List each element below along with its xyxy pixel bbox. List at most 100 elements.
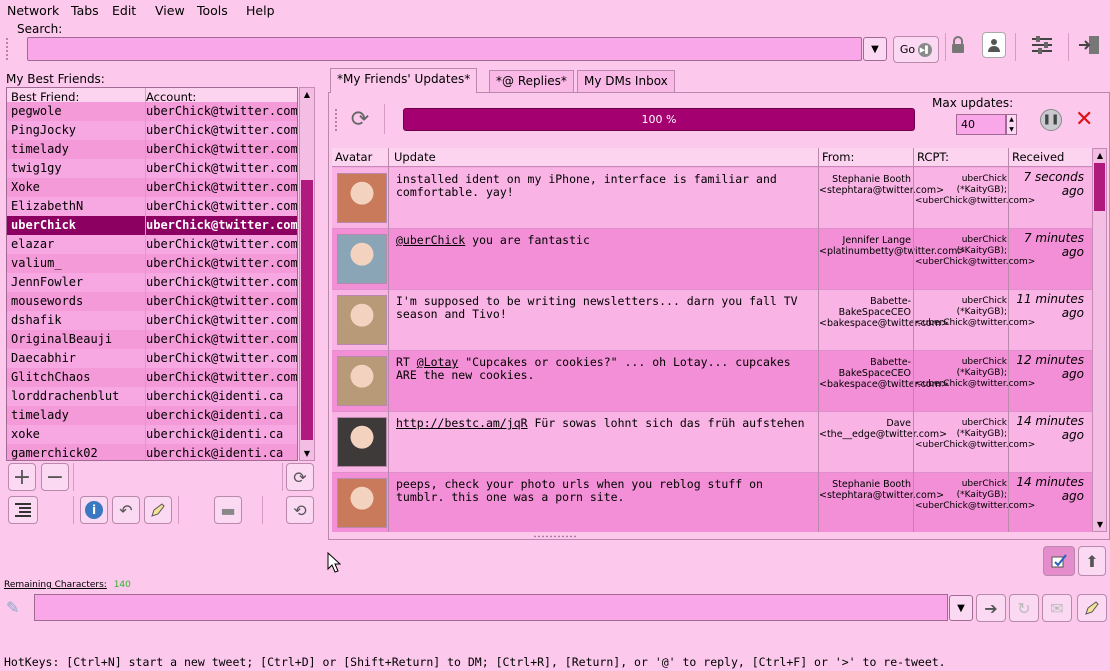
tab-replies[interactable]: *@ Replies* [489, 70, 574, 92]
menu-network[interactable]: Network [7, 3, 59, 18]
reply-send-button[interactable]: ↻ [1009, 594, 1039, 622]
mark-read-button[interactable] [1043, 546, 1075, 576]
update-row[interactable]: @uberChick you are fantastic Jennifer Lan… [332, 229, 1092, 290]
friend-row[interactable]: timelady uberChick@twitter.com [7, 140, 297, 159]
splitter-handle[interactable] [533, 535, 577, 538]
menu-edit[interactable]: Edit [112, 3, 136, 18]
friend-row[interactable]: elazar uberChick@twitter.com [7, 235, 298, 254]
scroll-top-button[interactable]: ⬆ [1078, 546, 1106, 576]
pause-icon[interactable]: ❚❚ [1040, 109, 1062, 131]
reply-button[interactable]: ↶ [112, 496, 140, 524]
update-link[interactable]: @Lotay [417, 355, 459, 369]
scroll-up-icon[interactable]: ▲ [300, 88, 314, 101]
received-column-header[interactable]: Received [1012, 150, 1064, 164]
info-button[interactable]: i [80, 496, 108, 524]
update-text-part: RT [396, 355, 417, 369]
go-button[interactable]: Go ▶▌ [893, 36, 939, 63]
remove-friend-button[interactable]: − [41, 463, 69, 491]
search-dropdown-button[interactable]: ▼ [863, 37, 887, 61]
friend-name: xoke [11, 427, 40, 441]
compose-input[interactable] [34, 594, 948, 621]
rcpt-column-header[interactable]: RCPT: [917, 150, 949, 164]
toolbar-grip[interactable] [334, 108, 338, 132]
friend-row[interactable]: gamerchick02 uberchick@identi.ca [7, 444, 297, 460]
minimize-button[interactable]: ▬ [214, 496, 242, 524]
friend-row[interactable]: pegwole uberChick@twitter.com [7, 102, 297, 121]
friend-row[interactable]: dshafik uberChick@twitter.com [7, 311, 297, 330]
dm-button[interactable]: ✉ [1042, 594, 1072, 622]
scroll-thumb[interactable] [301, 180, 313, 440]
search-input[interactable] [27, 37, 862, 61]
update-row[interactable]: I'm supposed to be writing newsletters..… [332, 290, 1092, 351]
scroll-thumb[interactable] [1094, 163, 1105, 211]
avatar[interactable] [337, 356, 387, 406]
update-text: installed ident on my iPhone, interface … [396, 173, 816, 199]
column-separator [913, 148, 914, 532]
from-column-header[interactable]: From: [822, 150, 854, 164]
friend-row[interactable]: GlitchChaos uberChick@twitter.com [7, 368, 297, 387]
update-column-header[interactable]: Update [394, 150, 436, 164]
menu-view[interactable]: View [155, 3, 185, 18]
update-row[interactable]: installed ident on my iPhone, interface … [332, 168, 1092, 229]
compose-dropdown-button[interactable]: ▼ [949, 595, 973, 621]
max-updates-spinner[interactable]: ▲ ▼ [1006, 114, 1017, 135]
sync-folder-button[interactable]: ⟲ [286, 496, 314, 524]
menu-help[interactable]: Help [246, 3, 275, 18]
add-friend-button[interactable]: + [8, 463, 36, 491]
toolbar-grip[interactable] [5, 37, 9, 61]
avatar[interactable] [337, 234, 387, 284]
scroll-up-icon[interactable]: ▲ [1093, 149, 1107, 162]
update-link[interactable]: http://bestc.am/jqR [396, 416, 528, 430]
update-from: Babette-BakeSpaceCEO <bakespace@twitter.… [819, 357, 949, 390]
send-button[interactable]: ➔ [976, 594, 1006, 622]
lock-icon[interactable] [947, 34, 969, 56]
friend-row[interactable]: Xoke uberChick@twitter.com [7, 178, 297, 197]
friend-row[interactable]: xoke uberchick@identi.ca [7, 425, 297, 444]
avatar[interactable] [337, 478, 387, 528]
friend-row[interactable]: timelady uberchick@identi.ca [7, 406, 297, 425]
menu-tools[interactable]: Tools [197, 3, 228, 18]
avatar[interactable] [337, 295, 387, 345]
refresh-icon[interactable]: ⟳ [346, 107, 374, 133]
friend-row[interactable]: Daecabhir uberChick@twitter.com [7, 349, 297, 368]
update-row[interactable]: peeps, check your photo urls when you re… [332, 473, 1092, 532]
friend-row[interactable]: mousewords uberChick@twitter.com [7, 292, 297, 311]
list-view-button[interactable] [8, 496, 38, 524]
friend-row[interactable]: lorddrachenblut uberchick@identi.ca [7, 387, 297, 406]
scroll-down-icon[interactable]: ▼ [1093, 518, 1107, 531]
avatar[interactable] [337, 173, 387, 223]
update-row[interactable]: RT @Lotay "Cupcakes or cookies?" ... oh … [332, 351, 1092, 412]
friends-scrollbar[interactable]: ▲ ▼ [299, 87, 315, 461]
update-row[interactable]: http://bestc.am/jqR Für sowas lohnt sich… [332, 412, 1092, 473]
friend-row[interactable]: PingJocky uberChick@twitter.com [7, 121, 297, 140]
update-rcpt: uberChick (*KaityGB); <uberChick@twitter… [915, 174, 1036, 206]
avatar-column-header[interactable]: Avatar [335, 150, 372, 164]
exit-icon[interactable] [1075, 32, 1103, 58]
friend-row[interactable]: uberChick uberChick@twitter.com [7, 216, 297, 235]
friend-row[interactable]: twig1gy uberChick@twitter.com [7, 159, 297, 178]
menu-tabs[interactable]: Tabs [71, 3, 99, 18]
profile-icon[interactable] [982, 32, 1006, 58]
pencil-icon [1085, 601, 1099, 615]
tab-dms-inbox[interactable]: My DMs Inbox [577, 70, 675, 92]
friend-account: uberchick@identi.ca [146, 427, 284, 441]
settings-sliders-icon[interactable] [1028, 32, 1056, 58]
friend-account: uberChick@twitter.com [146, 237, 298, 251]
max-updates-input[interactable]: 40 [956, 114, 1006, 135]
edit-button[interactable] [144, 496, 172, 524]
stop-icon[interactable]: ✕ [1075, 107, 1093, 132]
update-text: RT @Lotay "Cupcakes or cookies?" ... oh … [396, 356, 816, 382]
avatar[interactable] [337, 417, 387, 467]
update-rcpt: uberChick (*KaityGB); <uberChick@twitter… [915, 357, 1036, 389]
refresh-friends-button[interactable]: ⟳ [286, 463, 314, 491]
friend-row[interactable]: JennFowler uberChick@twitter.com [7, 273, 297, 292]
tab-friends-updates[interactable]: *My Friends' Updates* [330, 68, 478, 93]
column-separator [818, 148, 819, 532]
scroll-down-icon[interactable]: ▼ [300, 447, 314, 460]
new-tweet-button[interactable] [1077, 594, 1107, 622]
update-link[interactable]: @uberChick [396, 233, 465, 247]
friend-row[interactable]: valium_ uberChick@twitter.com [7, 254, 297, 273]
updates-scrollbar[interactable]: ▲ ▼ [1092, 148, 1107, 532]
friend-row[interactable]: ElizabethN uberChick@twitter.com [7, 197, 297, 216]
friend-row[interactable]: OriginalBeauji uberChick@twitter.com [7, 330, 297, 349]
